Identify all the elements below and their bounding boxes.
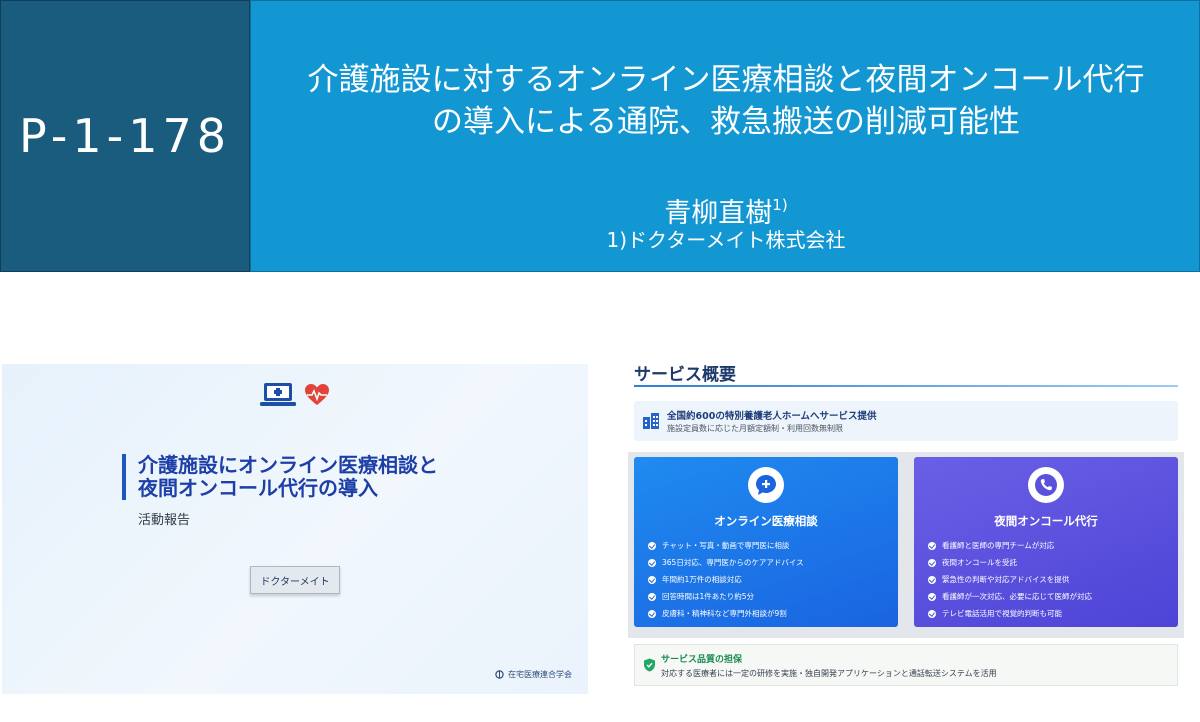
check-circle-icon (648, 592, 656, 601)
service-overview-title: サービス概要 (634, 365, 736, 385)
check-circle-icon (648, 558, 656, 567)
slide-logo (260, 382, 330, 408)
check-circle-icon (928, 558, 936, 567)
feature-text: 看護師が一次対応、必要に応じて医師が対応 (942, 592, 1092, 601)
check-circle-icon (648, 575, 656, 584)
check-circle-icon (648, 609, 656, 618)
poster-title: 介護施設に対するオンライン医療相談と夜間オンコール代行 の導入による通院、救急搬… (251, 59, 1200, 143)
feature-text: 夜間オンコールを受託 (942, 558, 1017, 567)
check-circle-icon (928, 575, 936, 584)
shield-check-icon (644, 658, 655, 672)
quality-text: 対応する医療者には一定の研修を実施・独自開発アプリケーションと通話転送システムを… (661, 669, 997, 678)
list-item: 夜間オンコールを受託 (928, 554, 1092, 571)
poster-title-box: 介護施設に対するオンライン医療相談と夜間オンコール代行 の導入による通院、救急搬… (250, 0, 1200, 272)
slide-subtitle: 活動報告 (138, 513, 191, 528)
feature-text: チャット・写真・動画で専門医に相談 (662, 541, 790, 550)
coverage-detail: 施設定員数に応じた月額定額制・利用回数無制限 (667, 424, 843, 433)
poster-code: P-1-178 (19, 109, 231, 163)
heart-pulse-icon (305, 384, 329, 405)
poster-title-line2: の導入による通院、救急搬送の削減可能性 (431, 104, 1021, 140)
poster-header: P-1-178 介護施設に対するオンライン医療相談と夜間オンコール代行 の導入に… (0, 0, 1200, 272)
title-slide: 介護施設にオンライン医療相談と 夜間オンコール代行の導入 活動報告 ドクターメイ… (2, 364, 588, 694)
card-feature-list: チャット・写真・動画で専門医に相談 365日対応、専門医からのケアアドバイス 年… (648, 537, 804, 622)
phone-glyph (1035, 474, 1057, 496)
list-item: 365日対応、専門医からのケアアドバイス (648, 554, 804, 571)
check-circle-icon (928, 541, 936, 550)
online-consultation-card: オンライン医療相談 チャット・写真・動画で専門医に相談 365日対応、専門医から… (634, 457, 898, 627)
service-overview-slide: サービス概要 全国約600の特別養護老人ホームへサービス提供 施設定員数に応じた… (628, 356, 1184, 696)
card-title: オンライン医療相談 (714, 514, 818, 528)
author-affiliation-mark: 1) (772, 196, 788, 214)
card-feature-list: 看護師と医師の専門チームが対応 夜間オンコールを受託 緊急性の判断や対応アドバイ… (928, 537, 1092, 622)
list-item: 看護師と医師の専門チームが対応 (928, 537, 1092, 554)
quality-title: サービス品質の担保 (661, 655, 743, 665)
card-title: 夜間オンコール代行 (994, 514, 1098, 528)
affiliation: 1)ドクターメイト株式会社 (606, 228, 846, 252)
slide-title-line2: 夜間オンコール代行の導入 (138, 476, 378, 500)
building-icon (643, 413, 659, 429)
list-item: 年間約1万件の相談対応 (648, 571, 804, 588)
chat-plus-icon (748, 467, 784, 503)
list-item: 看護師が一次対応、必要に応じて医師が対応 (928, 588, 1092, 605)
slide-title-block: 介護施設にオンライン医療相談と 夜間オンコール代行の導入 (122, 454, 498, 500)
service-cards: オンライン医療相談 チャット・写真・動画で専門医に相談 365日対応、専門医から… (628, 452, 1184, 638)
check-circle-icon (928, 592, 936, 601)
society-label: 在宅医療連合学会 (495, 669, 572, 680)
list-item: テレビ電話活用で視覚的判断も可能 (928, 605, 1092, 622)
list-item: 皮膚科・精神科など専門外相談が9割 (648, 605, 804, 622)
night-oncall-card: 夜間オンコール代行 看護師と医師の専門チームが対応 夜間オンコールを受託 緊急性… (914, 457, 1178, 627)
laptop-medical-icon (260, 383, 296, 406)
feature-text: 回答時間は1件あたり約5分 (662, 592, 755, 601)
phone-icon (1028, 467, 1064, 503)
feature-text: 皮膚科・精神科など専門外相談が9割 (662, 609, 787, 618)
doctormate-button[interactable]: ドクターメイト (250, 566, 340, 594)
slide-title-line1: 介護施設にオンライン医療相談と (138, 453, 438, 477)
check-circle-icon (928, 609, 936, 618)
list-item: チャット・写真・動画で専門医に相談 (648, 537, 804, 554)
quality-assurance-box: サービス品質の担保 対応する医療者には一定の研修を実施・独自開発アプリケーション… (634, 644, 1178, 686)
feature-text: 365日対応、専門医からのケアアドバイス (662, 558, 804, 567)
feature-text: 年間約1万件の相談対応 (662, 575, 742, 584)
feature-text: 看護師と医師の専門チームが対応 (942, 541, 1055, 550)
poster-title-line1: 介護施設に対するオンライン医療相談と夜間オンコール代行 (307, 62, 1145, 98)
list-item: 回答時間は1件あたり約5分 (648, 588, 804, 605)
coverage-headline: 全国約600の特別養護老人ホームへサービス提供 (667, 411, 877, 422)
check-circle-icon (648, 541, 656, 550)
list-item: 緊急性の判断や対応アドバイスを提供 (928, 571, 1092, 588)
feature-text: テレビ電話活用で視覚的判断も可能 (942, 609, 1062, 618)
slide-title: 介護施設にオンライン医療相談と 夜間オンコール代行の導入 (138, 454, 498, 500)
feature-text: 緊急性の判断や対応アドバイスを提供 (942, 575, 1070, 584)
poster-code-box: P-1-178 (0, 0, 250, 272)
coverage-info: 全国約600の特別養護老人ホームへサービス提供 施設定員数に応じた月額定額制・利… (634, 401, 1178, 441)
society-logo-icon (495, 670, 504, 679)
title-underline (634, 385, 1178, 387)
chat-plus-glyph (756, 475, 776, 495)
society-name: 在宅医療連合学会 (508, 670, 572, 679)
